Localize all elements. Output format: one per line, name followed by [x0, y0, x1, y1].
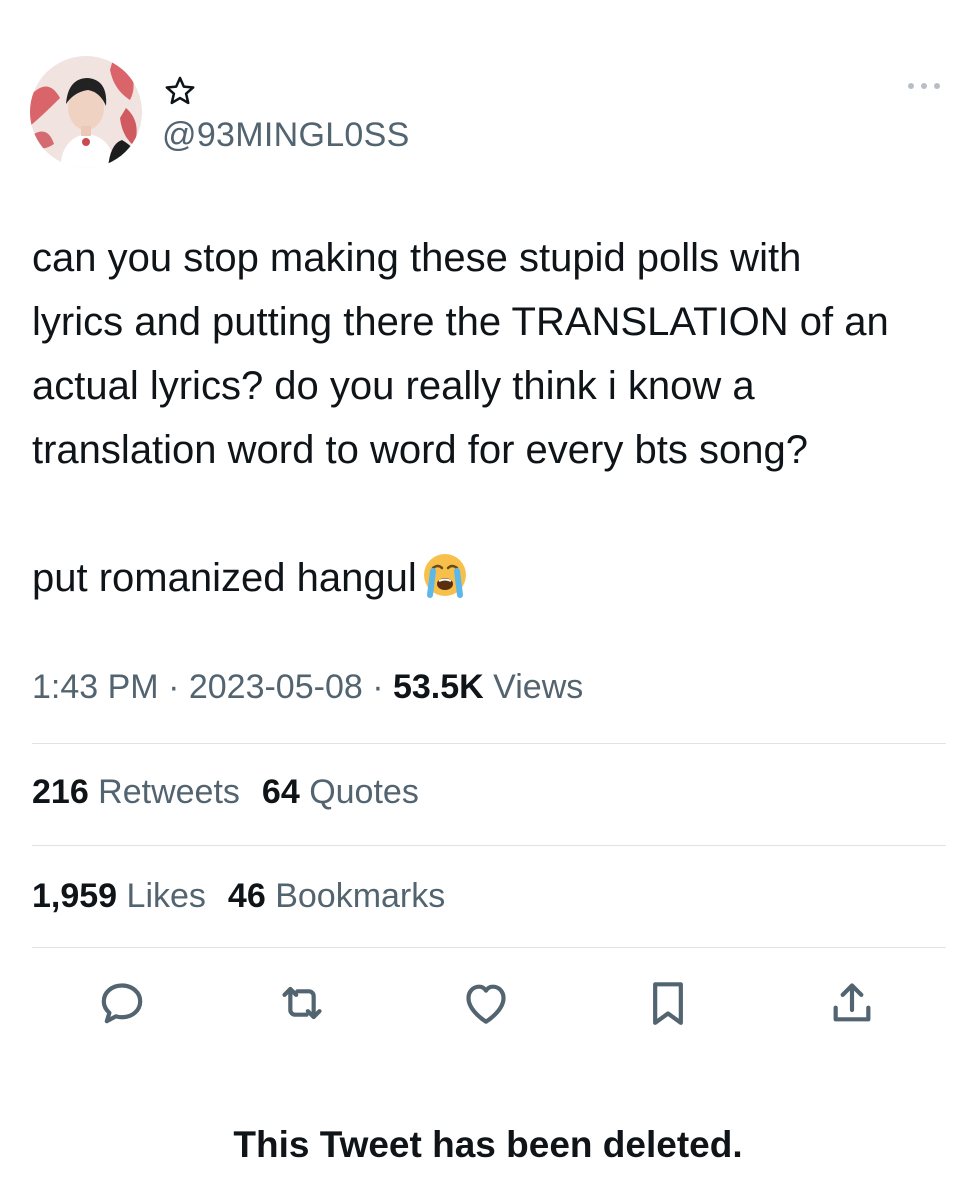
bookmarks-stat[interactable]: 46 Bookmarks: [228, 877, 445, 915]
like-button[interactable]: [458, 975, 514, 1031]
action-bar: [0, 975, 976, 1035]
avatar[interactable]: [30, 56, 142, 168]
divider: [32, 743, 946, 744]
bookmark-icon: [653, 982, 683, 1025]
tweet-header: @93MINGL0SS: [30, 56, 946, 168]
reply-button[interactable]: [94, 975, 150, 1031]
tweet-meta: 1:43 PM · 2023-05-08 · 53.5K Views: [32, 668, 583, 707]
retweet-button[interactable]: [274, 975, 330, 1031]
retweets-count: 216: [32, 773, 89, 811]
bookmark-button[interactable]: [640, 975, 696, 1031]
divider: [32, 947, 946, 948]
meta-separator: ·: [362, 668, 393, 706]
meta-separator: ·: [158, 668, 189, 706]
loudly-crying-face-emoji-icon: [423, 554, 466, 598]
quotes-stat[interactable]: 64 Quotes: [262, 773, 419, 811]
divider: [32, 845, 946, 846]
views-count: 53.5K: [392, 668, 484, 706]
quotes-count: 64: [261, 773, 300, 811]
tweet-body: can you stop making these stupid polls w…: [32, 236, 889, 600]
share-button[interactable]: [824, 975, 880, 1031]
share-icon: [833, 983, 871, 1022]
tweet-date[interactable]: 2023-05-08: [189, 668, 363, 706]
star-outline-icon: [165, 76, 195, 105]
bookmarks-label: Bookmarks: [265, 877, 446, 915]
like-icon: [466, 984, 506, 1024]
quotes-label: Quotes: [299, 773, 419, 811]
tweet-text: can you stop making these stupid polls w…: [32, 226, 952, 610]
engagement-stats-row-2: 1,959 Likes 46 Bookmarks: [32, 877, 445, 916]
more-options-icon[interactable]: [906, 80, 942, 92]
bookmarks-count: 46: [227, 877, 266, 915]
profile-photo: [30, 56, 142, 168]
deleted-notice: This Tweet has been deleted.: [233, 1124, 743, 1165]
tweet-time[interactable]: 1:43 PM: [32, 668, 159, 706]
likes-stat[interactable]: 1,959 Likes: [32, 877, 206, 915]
retweet-icon: [282, 986, 322, 1020]
reply-icon: [101, 983, 143, 1024]
retweets-stat[interactable]: 216 Retweets: [32, 773, 240, 811]
likes-count: 1,959: [32, 877, 118, 915]
likes-label: Likes: [117, 877, 206, 915]
engagement-stats-row-1: 216 Retweets 64 Quotes: [32, 773, 419, 812]
author-handle[interactable]: @93MINGL0SS: [162, 116, 410, 155]
views-label: Views: [483, 668, 584, 706]
retweets-label: Retweets: [88, 773, 240, 811]
